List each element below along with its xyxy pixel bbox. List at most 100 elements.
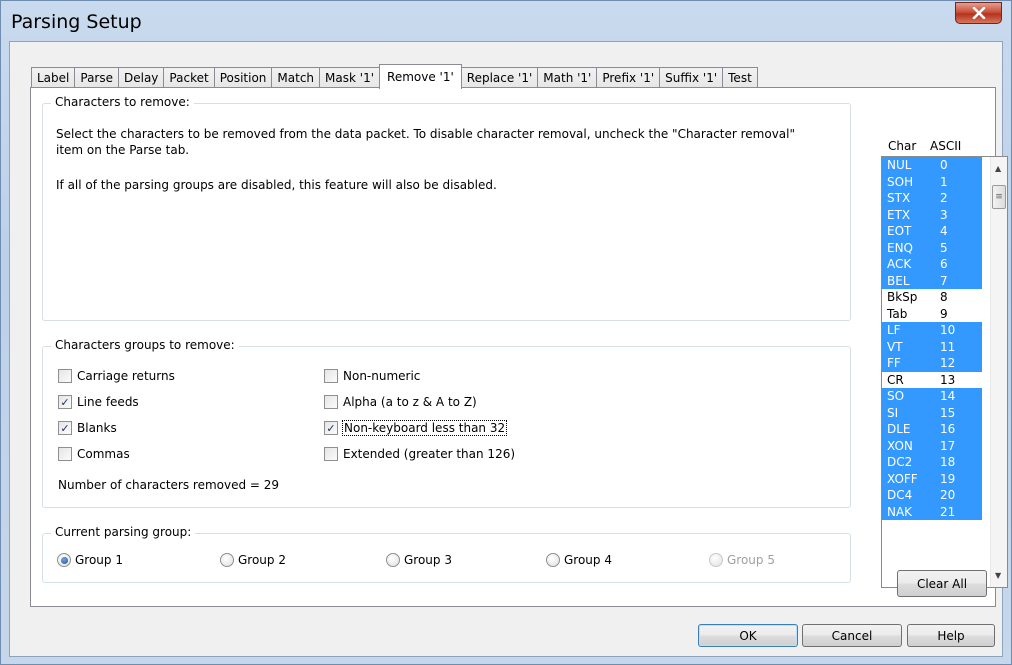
tab-test[interactable]: Test xyxy=(722,67,758,88)
list-item[interactable]: DC2 18 xyxy=(882,454,982,471)
list-item[interactable]: ACK 6 xyxy=(882,256,982,273)
checkbox-box[interactable] xyxy=(324,395,338,409)
character-groups-title: Characters groups to remove: xyxy=(51,338,239,352)
radio-circle[interactable] xyxy=(546,553,560,567)
list-item[interactable]: CR 13 xyxy=(882,372,982,389)
ok-button[interactable]: OK xyxy=(698,624,798,647)
radio-label: Group 1 xyxy=(75,553,123,567)
scroll-down-arrow-icon[interactable]: ▼ xyxy=(995,571,1001,580)
list-item-char: SO xyxy=(887,389,905,403)
clear-all-button[interactable]: Clear All xyxy=(897,570,987,597)
checkbox-non-numeric[interactable]: Non-numeric xyxy=(324,369,420,383)
list-item-ascii: 2 xyxy=(940,191,948,205)
scroll-up-arrow-icon[interactable]: ▲ xyxy=(995,164,1001,173)
tab-math[interactable]: Math '1' xyxy=(537,67,598,88)
list-item-char: DC2 xyxy=(887,455,913,469)
radio-group-2[interactable]: Group 2 xyxy=(220,553,286,567)
help-button[interactable]: Help xyxy=(907,624,995,647)
characters-to-remove-title: Characters to remove: xyxy=(51,95,194,109)
list-item[interactable]: ETX 3 xyxy=(882,206,982,223)
list-item[interactable]: NUL 0 xyxy=(882,157,982,174)
radio-label: Group 5 xyxy=(727,553,775,567)
list-item[interactable]: STX 2 xyxy=(882,190,982,207)
tab-parse[interactable]: Parse xyxy=(74,67,119,88)
scroll-thumb[interactable]: ≡ xyxy=(992,185,1006,209)
close-icon xyxy=(972,7,985,19)
characters-removed-count: Number of characters removed = 29 xyxy=(58,478,280,492)
tab-position[interactable]: Position xyxy=(213,67,273,88)
list-item-char: DC4 xyxy=(887,488,913,502)
list-item-char: STX xyxy=(887,191,911,205)
list-item[interactable]: SOH 1 xyxy=(882,173,982,190)
remove-tab-panel: Characters to remove: Select the charact… xyxy=(30,87,1008,607)
list-item[interactable]: ENQ 5 xyxy=(882,239,982,256)
checkbox-box[interactable]: ✓ xyxy=(324,421,338,435)
checkbox-label: Carriage returns xyxy=(77,369,175,383)
list-item[interactable]: XOFF 19 xyxy=(882,470,982,487)
list-item[interactable]: LF 10 xyxy=(882,322,982,339)
tab-suffix[interactable]: Suffix '1' xyxy=(659,67,724,88)
list-item-ascii: 18 xyxy=(940,455,956,469)
checkbox-alpha[interactable]: Alpha (a to z & A to Z) xyxy=(324,395,477,409)
radio-label: Group 2 xyxy=(238,553,286,567)
checkbox-carriage-returns[interactable]: Carriage returns xyxy=(58,369,175,383)
list-item[interactable]: Tab 9 xyxy=(882,306,982,323)
list-item-char: EOT xyxy=(887,224,912,238)
radio-group-3[interactable]: Group 3 xyxy=(386,553,452,567)
list-item-ascii: 5 xyxy=(940,240,948,255)
checkbox-commas[interactable]: Commas xyxy=(58,447,130,461)
checkbox-box[interactable]: ✓ xyxy=(58,421,72,435)
tab-delay[interactable]: Delay xyxy=(118,67,165,88)
tab-remove[interactable]: Remove '1' xyxy=(379,64,462,89)
list-item[interactable]: VT 11 xyxy=(882,338,982,355)
list-item-ascii: 10 xyxy=(940,323,956,337)
list-item[interactable]: BEL 7 xyxy=(882,272,982,289)
checkbox-blanks[interactable]: ✓ Blanks xyxy=(58,421,117,435)
list-item[interactable]: SO 14 xyxy=(882,388,982,405)
tab-replace[interactable]: Replace '1' xyxy=(460,67,539,88)
list-item-char: XON xyxy=(887,438,913,453)
radio-circle[interactable] xyxy=(220,553,234,567)
radio-circle[interactable] xyxy=(57,553,71,567)
list-item-ascii: 15 xyxy=(940,405,956,420)
list-scrollbar[interactable]: ▲ ≡ ▼ xyxy=(990,157,1007,587)
tab-bar: Label Parse Delay Packet Position Match … xyxy=(31,64,758,89)
tab-label[interactable]: Label xyxy=(31,67,76,88)
radio-circle[interactable] xyxy=(386,553,400,567)
checkbox-box[interactable] xyxy=(324,369,338,383)
list-item[interactable]: DC4 20 xyxy=(882,487,982,504)
tab-mask[interactable]: Mask '1' xyxy=(319,67,381,88)
tab-match[interactable]: Match xyxy=(271,67,321,88)
list-item-char: ETX xyxy=(887,207,911,222)
list-item-ascii: 17 xyxy=(940,438,956,453)
checkbox-label: Alpha (a to z & A to Z) xyxy=(343,395,477,409)
list-item-ascii: 21 xyxy=(940,504,956,519)
cancel-button[interactable]: Cancel xyxy=(802,624,902,647)
list-item[interactable]: BkSp 8 xyxy=(882,289,982,306)
checkbox-box[interactable] xyxy=(58,369,72,383)
list-item[interactable]: XON 17 xyxy=(882,437,982,454)
radio-group-4[interactable]: Group 4 xyxy=(546,553,612,567)
remove-description: Select the characters to be removed from… xyxy=(56,127,796,157)
radio-circle xyxy=(709,553,723,567)
list-item[interactable]: SI 15 xyxy=(882,404,982,421)
checkbox-non-keyboard[interactable]: ✓ Non-keyboard less than 32 xyxy=(324,420,508,436)
list-item[interactable]: FF 12 xyxy=(882,355,982,372)
checkmark-icon: ✓ xyxy=(60,395,70,409)
radio-group-1[interactable]: Group 1 xyxy=(57,553,123,567)
list-item[interactable]: EOT 4 xyxy=(882,223,982,240)
checkbox-box[interactable] xyxy=(324,447,338,461)
character-listbox[interactable]: NUL 0 SOH 1 STX 2 ETX 3 EOT 4 ENQ 5 ACK 6 BEL 7 … xyxy=(881,156,1008,588)
checkbox-label: Non-numeric xyxy=(343,369,421,383)
tab-prefix[interactable]: Prefix '1' xyxy=(596,67,661,88)
tab-packet[interactable]: Packet xyxy=(163,67,215,88)
checkbox-line-feeds[interactable]: ✓ Line feeds xyxy=(58,395,139,409)
list-item[interactable]: DLE 16 xyxy=(882,421,982,438)
close-button[interactable] xyxy=(955,2,1002,24)
list-item-ascii: 4 xyxy=(940,224,948,238)
checkbox-box[interactable] xyxy=(58,447,72,461)
list-item[interactable]: NAK 21 xyxy=(882,503,982,520)
list-item-char: NUL xyxy=(887,158,912,172)
checkbox-box[interactable]: ✓ xyxy=(58,395,72,409)
checkbox-extended[interactable]: Extended (greater than 126) xyxy=(324,447,515,461)
